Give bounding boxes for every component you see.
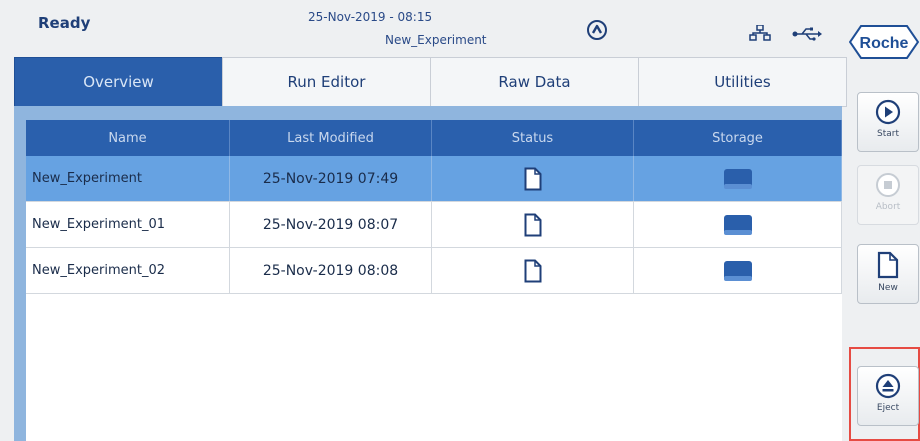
- document-icon: [524, 213, 541, 236]
- network-icon: [749, 25, 771, 41]
- row-name: New_Experiment_02: [26, 248, 230, 293]
- column-header-name[interactable]: Name: [26, 120, 230, 156]
- document-icon: [524, 167, 541, 190]
- experiment-name: New_Experiment: [385, 33, 487, 47]
- table-header: Name Last Modified Status Storage: [26, 120, 842, 156]
- tab-overview[interactable]: Overview: [14, 57, 223, 107]
- row-name: New_Experiment: [26, 156, 230, 201]
- start-label: Start: [877, 129, 899, 139]
- row-last-modified: 25-Nov-2019 08:08: [230, 248, 432, 293]
- overview-panel: Name Last Modified Status Storage New_Ex…: [14, 106, 842, 441]
- row-name: New_Experiment_01: [26, 202, 230, 247]
- stop-icon: [876, 173, 900, 197]
- table-row[interactable]: New_Experiment_01 25-Nov-2019 08:07: [26, 202, 842, 248]
- abort-button[interactable]: Abort: [857, 165, 919, 225]
- table-row[interactable]: New_Experiment 25-Nov-2019 07:49: [26, 156, 842, 202]
- play-icon: [875, 99, 901, 125]
- new-label: New: [878, 283, 898, 293]
- eject-icon: [875, 373, 901, 399]
- column-header-status[interactable]: Status: [432, 120, 634, 156]
- column-header-storage[interactable]: Storage: [634, 120, 842, 156]
- roche-logo: Roche: [849, 25, 919, 59]
- document-icon: [524, 259, 541, 282]
- usb-icon: [792, 27, 822, 41]
- tab-raw-data[interactable]: Raw Data: [430, 57, 639, 107]
- table-row[interactable]: New_Experiment_02 25-Nov-2019 08:08: [26, 248, 842, 294]
- start-button[interactable]: Start: [857, 92, 919, 152]
- tab-utilities[interactable]: Utilities: [638, 57, 847, 107]
- eject-button[interactable]: Eject: [857, 366, 919, 426]
- storage-icon: [723, 168, 752, 189]
- row-last-modified: 25-Nov-2019 08:07: [230, 202, 432, 247]
- date-time: 25-Nov-2019 - 08:15: [308, 10, 433, 24]
- status-text: Ready: [38, 14, 91, 32]
- storage-icon: [723, 214, 752, 235]
- lock-icon[interactable]: [585, 18, 609, 42]
- new-button[interactable]: New: [857, 244, 919, 304]
- row-last-modified: 25-Nov-2019 07:49: [230, 156, 432, 201]
- logo-text: Roche: [860, 35, 909, 52]
- column-header-last-modified[interactable]: Last Modified: [230, 120, 432, 156]
- eject-label: Eject: [876, 403, 900, 413]
- new-document-icon: [877, 251, 899, 279]
- experiment-table: Name Last Modified Status Storage New_Ex…: [26, 120, 842, 441]
- tab-run-editor[interactable]: Run Editor: [222, 57, 431, 107]
- tab-bar: Overview Run Editor Raw Data Utilities: [14, 57, 847, 107]
- storage-icon: [723, 260, 752, 281]
- abort-label: Abort: [875, 202, 901, 212]
